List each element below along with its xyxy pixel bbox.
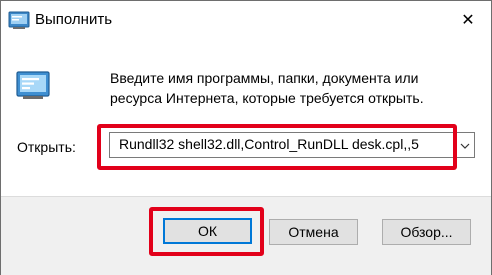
dialog-description: Введите имя программы, папки, документа … [110, 70, 424, 106]
cancel-label: Отмена [288, 224, 339, 240]
dropdown-button[interactable] [456, 133, 474, 157]
command-combobox[interactable]: Rundll32 shell32.dll,Control_RunDLL desk… [109, 132, 475, 158]
window-title: Выполнить [35, 11, 113, 28]
ok-label: ОК [197, 223, 218, 239]
command-input[interactable]: Rundll32 shell32.dll,Control_RunDLL desk… [119, 136, 419, 152]
close-button[interactable]: ✕ [445, 1, 491, 39]
open-label: Открыть: [17, 139, 76, 155]
dialog-content: Введите имя программы, папки, документа … [1, 39, 491, 196]
run-app-icon [8, 9, 30, 31]
close-icon: ✕ [461, 12, 475, 29]
chevron-down-icon [460, 136, 470, 154]
cancel-button[interactable]: Отмена [269, 219, 358, 245]
browse-button[interactable]: Обзор... [382, 219, 471, 245]
button-bar: ОК Отмена Обзор... [1, 196, 491, 275]
run-dialog: Выполнить ✕ Введите имя программы, папки… [0, 0, 492, 275]
open-label-text: Открыть: [17, 139, 76, 155]
run-app-icon [15, 67, 51, 103]
ok-button[interactable]: ОК [163, 218, 252, 244]
browse-label: Обзор... [400, 224, 453, 240]
title-bar: Выполнить ✕ [1, 1, 491, 39]
